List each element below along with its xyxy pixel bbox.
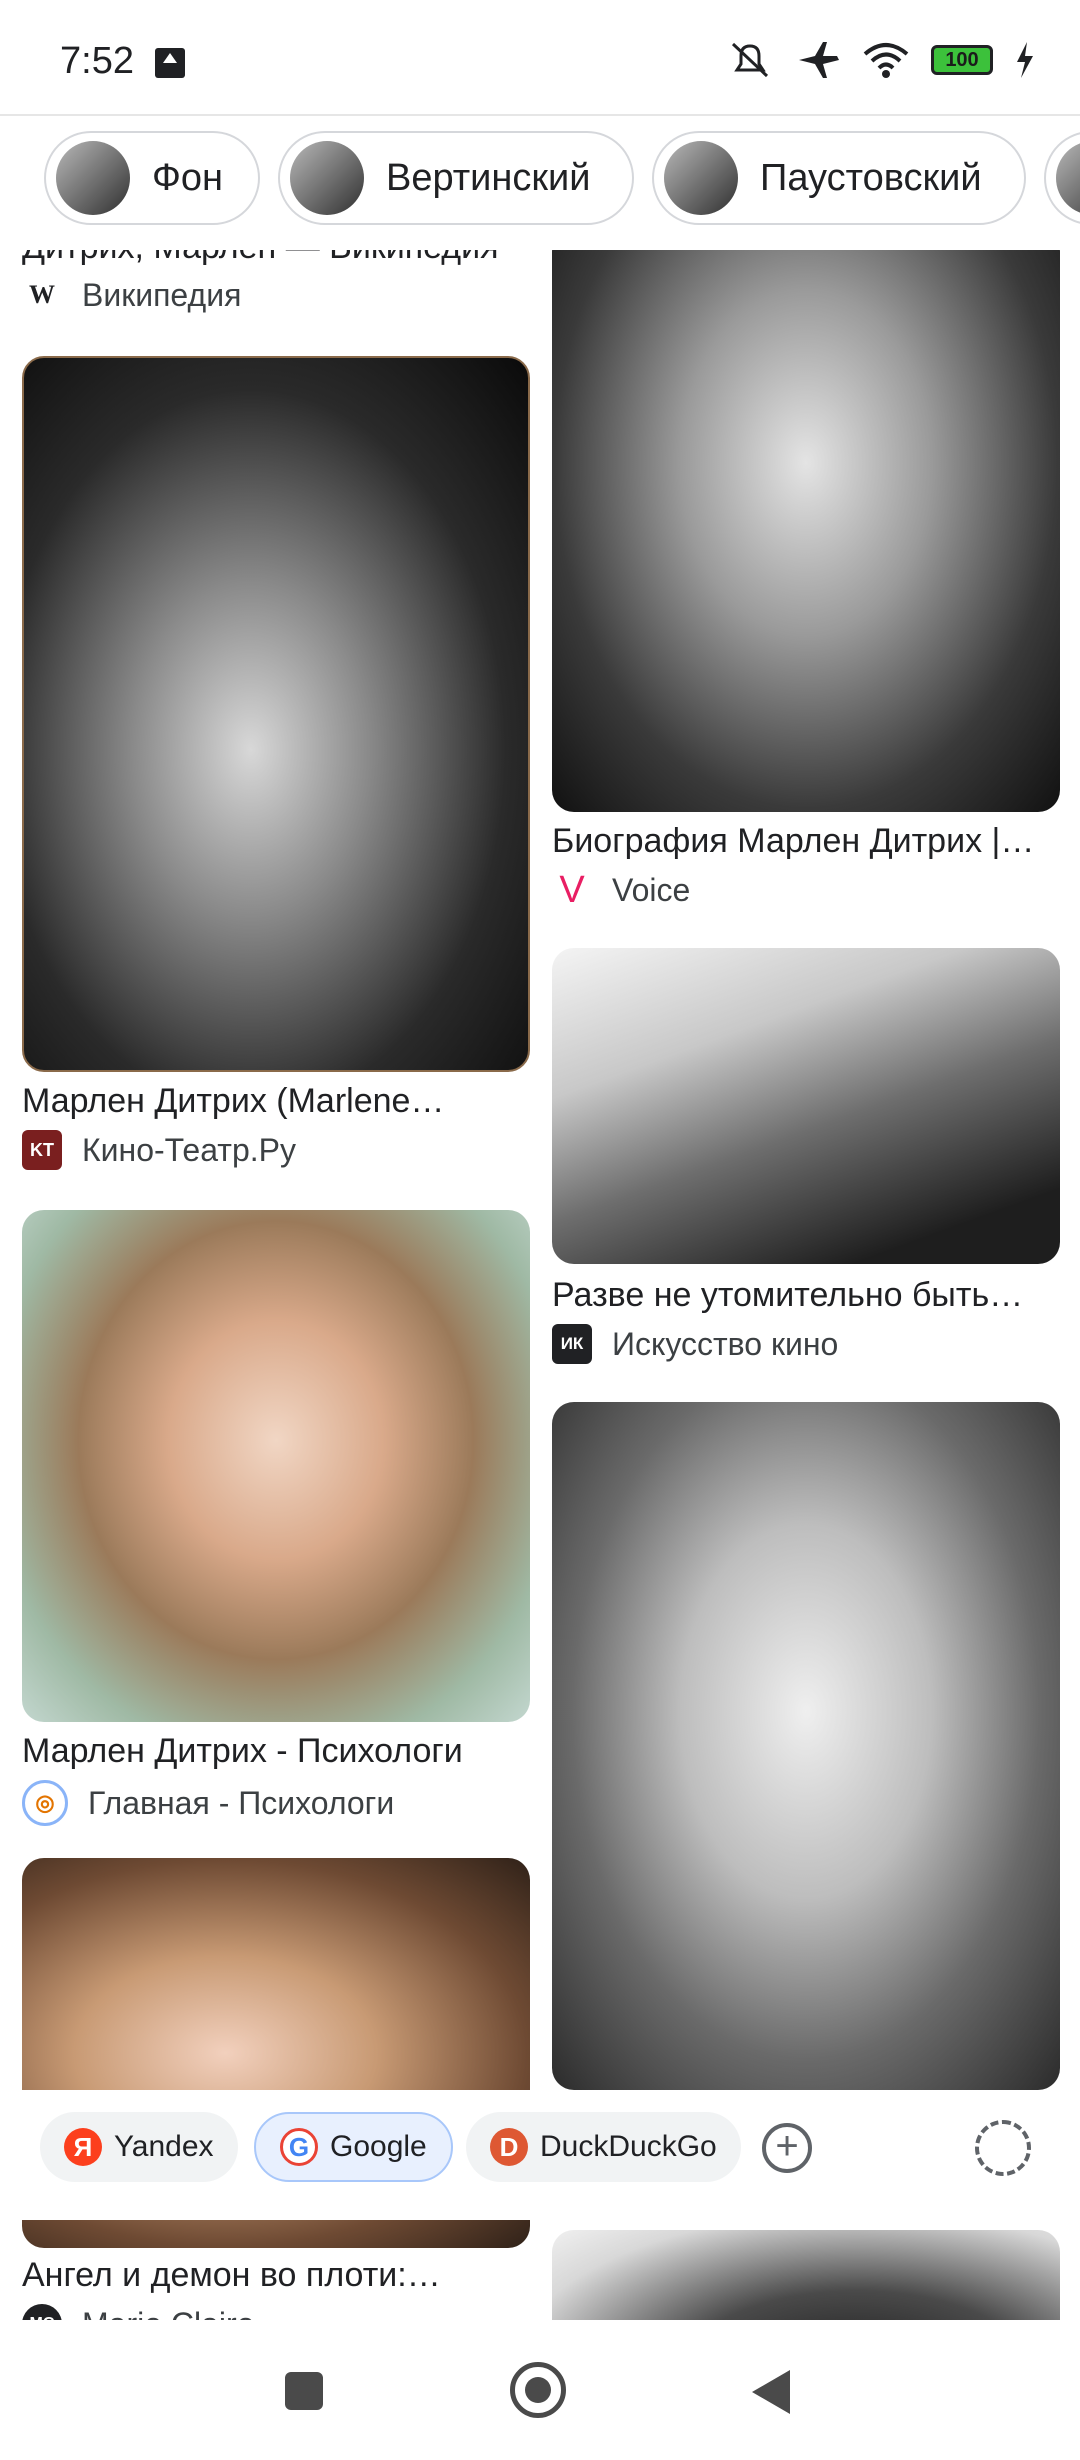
- chip-thumbnail: [56, 141, 130, 215]
- chip-more[interactable]: [1044, 131, 1080, 225]
- result-title[interactable]: Биография Марлен Дитрих |…: [552, 822, 1052, 861]
- image-results: Дитрих, Марлен — Википедия W Википедия М…: [0, 250, 1080, 2320]
- chip-thumbnail: [664, 141, 738, 215]
- source-label: Искусство кино: [612, 1325, 839, 1362]
- result-image-2[interactable]: [22, 1210, 530, 1722]
- result-title[interactable]: Марлен Дитрих (Marlene…: [22, 1082, 522, 1121]
- home-button[interactable]: [510, 2362, 566, 2418]
- result-source[interactable]: V Voice: [552, 868, 691, 911]
- chip-fon[interactable]: Фон: [44, 131, 260, 225]
- upload-icon: [155, 48, 185, 78]
- chip-label: Паустовский: [760, 156, 982, 199]
- source-label: Кино-Театр.Ру: [82, 1131, 296, 1168]
- result-title[interactable]: Разве не утомительно быть…: [552, 1276, 1052, 1315]
- engine-label: Yandex: [114, 2130, 214, 2163]
- chip-label: Вертинский: [386, 156, 591, 199]
- result-source[interactable]: MC Marie Claire: [22, 2304, 254, 2320]
- result-image-5[interactable]: [552, 948, 1060, 1264]
- result-title[interactable]: Дитрих, Марлен — Википедия: [22, 250, 522, 267]
- chip-vertinsky[interactable]: Вертинский: [278, 131, 634, 225]
- battery-icon: 100: [931, 45, 993, 75]
- result-image-4[interactable]: [552, 250, 1060, 812]
- engine-google[interactable]: G Google: [254, 2112, 453, 2182]
- navigation-bar: [0, 2330, 1080, 2460]
- status-time: 7:52: [60, 40, 134, 82]
- duckduckgo-icon: D: [490, 2128, 528, 2166]
- source-label: Marie Claire: [82, 2306, 254, 2321]
- result-image-1[interactable]: [22, 356, 530, 1072]
- result-title[interactable]: Марлен Дитрих - Психологи: [22, 1732, 522, 1771]
- result-source[interactable]: KT Кино-Театр.Ру: [22, 1130, 296, 1170]
- result-source[interactable]: ИК Искусство кино: [552, 1324, 838, 1364]
- engine-duckduckgo[interactable]: D DuckDuckGo: [466, 2112, 741, 2182]
- source-label: Википедия: [82, 276, 242, 313]
- iskusstvokino-icon: ИК: [552, 1324, 592, 1364]
- engine-label: Google: [330, 2130, 427, 2163]
- result-image-7[interactable]: [552, 2230, 1060, 2320]
- psychologies-icon: ◎: [22, 1780, 68, 1826]
- source-label: Voice: [612, 871, 691, 908]
- mute-icon: [731, 42, 769, 78]
- result-source[interactable]: ◎ Главная - Психологи: [22, 1780, 394, 1826]
- recents-button[interactable]: [285, 2372, 323, 2410]
- chip-thumbnail: [290, 141, 364, 215]
- chip-thumbnail: [1056, 141, 1080, 215]
- source-label: Главная - Психологи: [88, 1784, 395, 1821]
- wikipedia-icon: W: [29, 280, 55, 309]
- engine-label: DuckDuckGo: [540, 2130, 717, 2163]
- result-title[interactable]: Ангел и демон во плоти:…: [22, 2256, 522, 2295]
- status-bar: 7:52 100: [0, 0, 1080, 115]
- wifi-icon: [863, 43, 909, 78]
- kinoteatr-icon: KT: [22, 1130, 62, 1170]
- chip-label: Фон: [152, 156, 224, 199]
- settings-icon[interactable]: [975, 2120, 1031, 2176]
- charging-icon: [1017, 42, 1033, 78]
- chip-paustovsky[interactable]: Паустовский: [652, 131, 1026, 225]
- back-button[interactable]: [752, 2370, 790, 2414]
- related-chips: Фон Вертинский Паустовский: [0, 125, 1080, 235]
- result-image-6[interactable]: [552, 1402, 1060, 2090]
- voice-icon: V: [559, 868, 585, 911]
- status-divider: [0, 114, 1080, 116]
- yandex-icon: Я: [64, 2128, 102, 2166]
- add-engine-button[interactable]: +: [762, 2123, 812, 2173]
- result-source[interactable]: W Википедия: [22, 275, 241, 315]
- airplane-icon: [799, 42, 839, 78]
- marieclaire-icon: MC: [22, 2304, 62, 2320]
- status-icons: 100: [727, 40, 1035, 80]
- google-icon: G: [280, 2128, 318, 2166]
- engine-yandex[interactable]: Я Yandex: [40, 2112, 238, 2182]
- search-engine-bar: Я Yandex G Google D DuckDuckGo +: [0, 2090, 1080, 2220]
